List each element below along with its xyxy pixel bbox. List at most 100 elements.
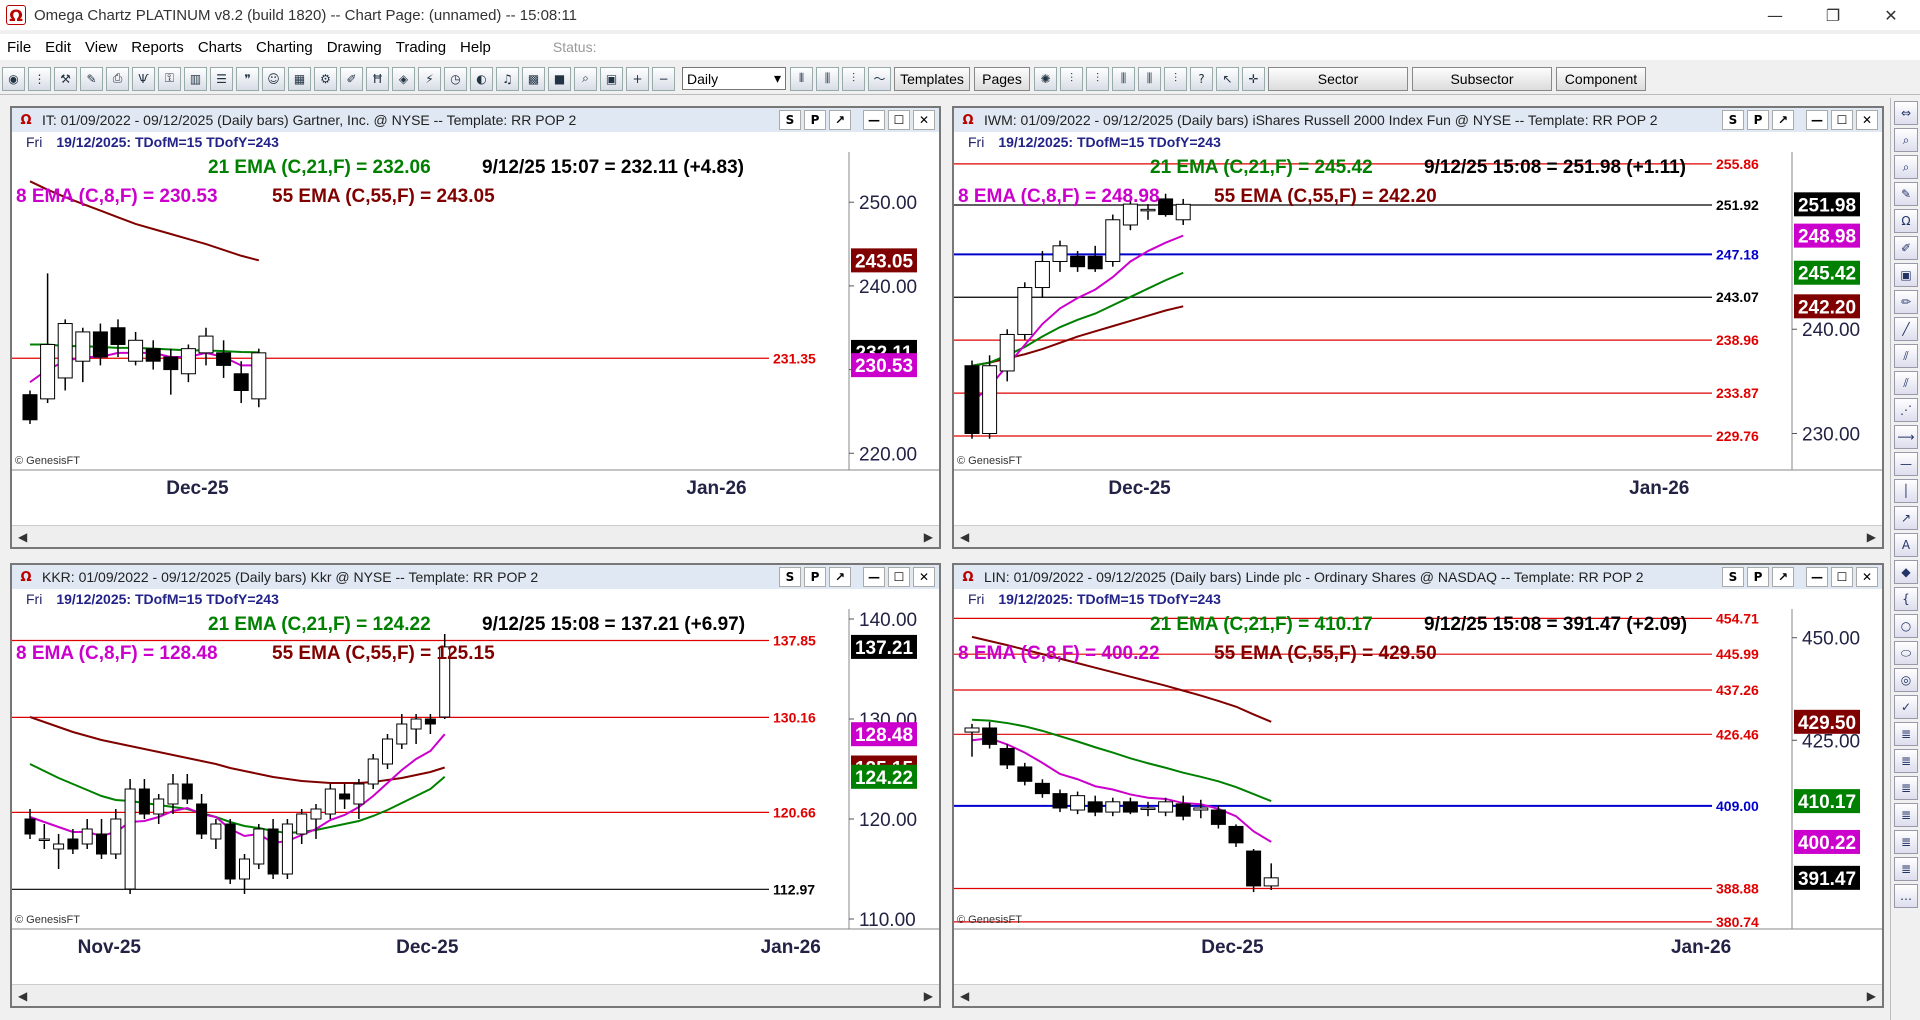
scroll-right-icon[interactable]: ▶ <box>924 989 933 1003</box>
menu-trading[interactable]: Trading <box>389 39 453 56</box>
crosshair-icon[interactable]: ✛ <box>1242 66 1265 91</box>
scroll-right-icon[interactable]: ▶ <box>1867 989 1876 1003</box>
component-button[interactable]: Component <box>1556 66 1646 91</box>
zoom-out-icon[interactable]: ⌕ <box>1894 155 1918 179</box>
panel-maximize-button[interactable]: ☐ <box>1831 110 1853 130</box>
circle-icon[interactable]: ○ <box>1894 614 1918 638</box>
tools-icon[interactable]: ✎ <box>80 66 103 91</box>
scroll-left-icon[interactable]: ◀ <box>960 530 969 544</box>
traffic-light-icon[interactable]: ⋮ <box>28 66 51 91</box>
gauge-icon[interactable]: ◐ <box>470 66 493 91</box>
s-button[interactable]: S <box>779 110 801 130</box>
bars-red-icon[interactable]: ⫼ <box>1138 66 1161 91</box>
more-icon[interactable]: … <box>1894 884 1918 908</box>
shapes-icon[interactable]: ◆ <box>1894 560 1918 584</box>
channel-icon[interactable]: ⫽ <box>1894 371 1918 395</box>
marker-icon[interactable]: ✏ <box>1894 290 1918 314</box>
pitchfork-icon[interactable]: Ѱ <box>132 66 155 91</box>
panel-close-button[interactable]: ✕ <box>913 110 935 130</box>
scroll-left-icon[interactable]: ◀ <box>18 989 27 1003</box>
price-chart[interactable]: 230.00 240.00 255.86 251.92 247.18 243.07 238.… <box>954 152 1882 505</box>
pen-icon[interactable]: ✐ <box>1894 236 1918 260</box>
popout-icon[interactable]: ↗ <box>829 110 851 130</box>
scroll-left-icon[interactable]: ◀ <box>18 530 27 544</box>
panel-close-button[interactable]: ✕ <box>913 567 935 587</box>
check-icon[interactable]: ✓ <box>1894 695 1918 719</box>
bars-mini-icon[interactable]: ⫶ <box>1164 66 1187 91</box>
minimize-button[interactable]: — <box>1746 0 1804 30</box>
ladder-icon[interactable]: Ħ <box>366 66 389 91</box>
p-button[interactable]: P <box>1747 110 1769 130</box>
parallel-lines-icon[interactable]: ⫽ <box>1894 344 1918 368</box>
cycles-icon[interactable]: ≣ <box>1894 830 1918 854</box>
scroll-left-icon[interactable]: ◀ <box>960 989 969 1003</box>
scroll-right-icon[interactable]: ▶ <box>924 530 933 544</box>
price-chart[interactable]: 425.00 450.00 454.71 445.99 437.26 426.46 409.… <box>954 609 1882 964</box>
pitch-icon[interactable]: ≣ <box>1894 857 1918 881</box>
scroll-right-icon[interactable]: ▶ <box>1867 530 1876 544</box>
panel-maximize-button[interactable]: ☐ <box>1831 567 1853 587</box>
s-button[interactable]: S <box>779 567 801 587</box>
subsector-button[interactable]: Subsector <box>1412 66 1552 91</box>
popout-icon[interactable]: ↗ <box>1772 110 1794 130</box>
close-button[interactable]: ✕ <box>1862 0 1920 30</box>
pointer-icon[interactable]: ↖ <box>1216 66 1239 91</box>
zoom-icon[interactable]: ⌕ <box>574 66 597 91</box>
bell-icon[interactable]: ♫ <box>496 66 519 91</box>
quote-icon[interactable]: ❞ <box>236 66 259 91</box>
hammer-icon[interactable]: ⚒ <box>54 66 77 91</box>
p-button[interactable]: P <box>1747 567 1769 587</box>
panel-minimize-button[interactable]: — <box>863 567 885 587</box>
fib-icon[interactable]: ≣ <box>1894 722 1918 746</box>
expand-arrows-icon[interactable]: ⇔ <box>1894 101 1918 125</box>
price-chart[interactable]: 110.00120.00130.00140.00137.85130.16120.… <box>12 609 939 964</box>
help-cursor-icon[interactable]: ? <box>1190 66 1213 91</box>
minus-tick-icon[interactable]: − <box>652 66 675 91</box>
print-icon[interactable]: ⎙ <box>106 66 129 91</box>
panel-minimize-button[interactable]: — <box>1806 110 1828 130</box>
gear-icon[interactable]: ⚙ <box>314 66 337 91</box>
sector-button[interactable]: Sector <box>1268 66 1408 91</box>
table-icon[interactable]: ▦ <box>288 66 311 91</box>
clock-icon[interactable]: ◷ <box>444 66 467 91</box>
horizontal-scrollbar[interactable]: ◀ ▶ <box>12 525 939 547</box>
text-a-icon[interactable]: A <box>1894 533 1918 557</box>
panel-close-button[interactable]: ✕ <box>1856 110 1878 130</box>
network-icon[interactable]: ✺ <box>1034 66 1057 91</box>
target-icon[interactable]: ◎ <box>1894 668 1918 692</box>
omega-icon[interactable]: Ω <box>1894 209 1918 233</box>
paint-icon[interactable]: ✎ <box>1894 182 1918 206</box>
horizontal-scrollbar[interactable]: ◀ ▶ <box>954 525 1882 547</box>
p-button[interactable]: P <box>804 110 826 130</box>
s-button[interactable]: S <box>1722 110 1744 130</box>
pencil-icon[interactable]: ✐ <box>340 66 363 91</box>
horizontal-scrollbar[interactable]: ◀ ▶ <box>12 984 939 1006</box>
gann-icon[interactable]: ≣ <box>1894 803 1918 827</box>
menu-charting[interactable]: Charting <box>249 39 320 56</box>
horizontal-scrollbar[interactable]: ◀ ▶ <box>954 984 1882 1006</box>
chart-panel-it[interactable]: Ω IT: 01/09/2022 - 09/12/2025 (Daily bar… <box>10 106 941 549</box>
camera-icon[interactable]: ▣ <box>1894 263 1918 287</box>
bars-up-icon[interactable]: ⫶ <box>1060 66 1083 91</box>
menu-file[interactable]: File <box>0 39 38 56</box>
panel-maximize-button[interactable]: ☐ <box>888 567 910 587</box>
menu-view[interactable]: View <box>78 39 124 56</box>
horizontal-line-icon[interactable]: — <box>1894 452 1918 476</box>
menu-help[interactable]: Help <box>453 39 498 56</box>
period-select[interactable]: Daily ▾ <box>682 67 786 90</box>
panel-minimize-button[interactable]: — <box>1806 567 1828 587</box>
chart-panel-kkr[interactable]: Ω KKR: 01/09/2022 - 09/12/2025 (Daily ba… <box>10 563 941 1008</box>
menu-reports[interactable]: Reports <box>124 39 191 56</box>
ray-icon[interactable]: ⟶ <box>1894 425 1918 449</box>
lightning-icon[interactable]: ⚡ <box>418 66 441 91</box>
panel-minimize-button[interactable]: — <box>863 110 885 130</box>
candle-chart-icon[interactable]: ⫼ <box>816 66 839 91</box>
people-icon[interactable]: ☺ <box>262 66 285 91</box>
stop-icon[interactable]: ■ <box>548 66 571 91</box>
bar-chart-icon[interactable]: ⫴ <box>790 66 813 91</box>
vertical-line-icon[interactable]: │ <box>1894 479 1918 503</box>
scanner-icon[interactable]: ◈ <box>392 66 415 91</box>
globe-icon[interactable]: ◉ <box>2 66 25 91</box>
chart-panel-iwm[interactable]: Ω IWM: 01/09/2022 - 09/12/2025 (Daily ba… <box>952 106 1884 549</box>
bars-down-icon[interactable]: ⫶ <box>1086 66 1109 91</box>
